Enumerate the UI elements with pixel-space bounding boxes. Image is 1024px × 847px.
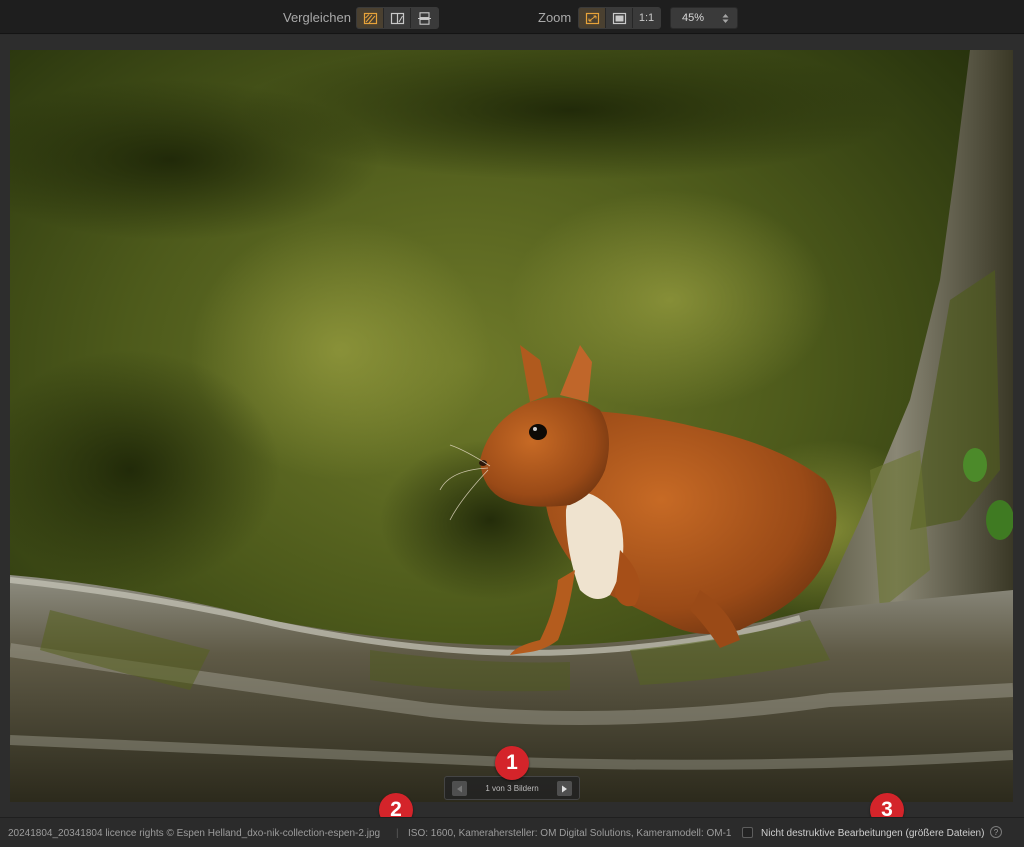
compare-side-by-side-button[interactable]: [384, 8, 411, 28]
top-toolbar: Vergleichen Zoom 1:1 45%: [0, 0, 1024, 34]
split-single-icon: [363, 12, 377, 24]
compare-single-button[interactable]: [357, 8, 384, 28]
file-info: 20241804_20341804 licence rights © Espen…: [8, 828, 381, 839]
status-bar: 20241804_20341804 licence rights © Espen…: [0, 817, 1024, 847]
nondestructive-checkbox[interactable]: [742, 827, 753, 838]
compare-mode-group: [356, 7, 439, 29]
status-separator: |: [396, 828, 399, 839]
zoom-one-to-one-label: 1:1: [638, 12, 655, 24]
exif-info: ISO: 1600, Kamerahersteller: OM Digital …: [408, 828, 732, 839]
fit-icon: [585, 12, 599, 24]
nondestructive-label[interactable]: Nicht destruktive Bearbeitungen (größere…: [761, 828, 984, 839]
zoom-level-select[interactable]: 45%: [670, 7, 738, 29]
callout-badge-1: 1: [495, 746, 529, 780]
fill-icon: [612, 12, 626, 24]
side-by-side-icon: [390, 12, 404, 24]
zoom-one-to-one-button[interactable]: 1:1: [633, 8, 660, 28]
stacked-icon: [418, 11, 431, 25]
compare-stacked-button[interactable]: [411, 8, 438, 28]
next-image-button[interactable]: [557, 781, 572, 796]
chevron-right-icon: [562, 785, 567, 792]
zoom-level-value: 45%: [682, 12, 705, 24]
zoom-fill-button[interactable]: [606, 8, 633, 28]
zoom-fit-button[interactable]: [579, 8, 606, 28]
help-icon[interactable]: ?: [990, 826, 1002, 838]
image-viewer: 1 von 3 Bildern 1 2 3: [0, 35, 1024, 827]
squirrel-photo: [10, 50, 1013, 802]
stepper-arrows-icon: [722, 14, 729, 23]
zoom-label: Zoom: [538, 10, 572, 25]
zoom-mode-group: 1:1: [578, 7, 661, 29]
compare-label: Vergleichen: [283, 10, 351, 25]
photo-preview[interactable]: [10, 50, 1013, 802]
